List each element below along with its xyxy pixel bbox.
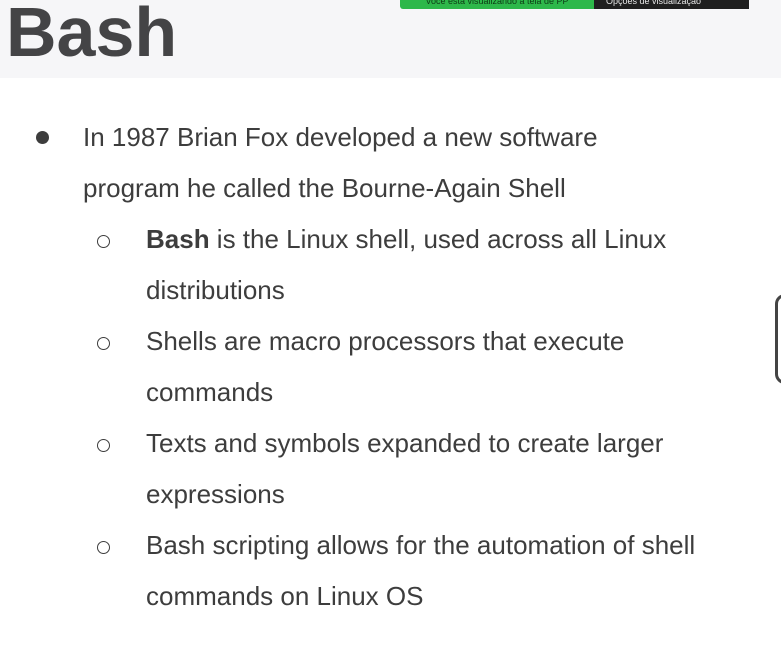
bullet-text: Bash scripting allows for the automation… [146,530,696,611]
screen-share-status: Você está visualizando a tela de PP [400,0,594,9]
sub-bullet-item: Bash is the Linux shell, used across all… [0,214,706,316]
bullet-text: is the Linux shell, used across all Linu… [146,224,667,305]
screen-share-bar: Você está visualizando a tela de PP Opçõ… [400,0,749,12]
bullet-text: In 1987 Brian Fox developed a new softwa… [83,122,598,203]
bullet-item: In 1987 Brian Fox developed a new softwa… [0,112,683,214]
bullet-text: Texts and symbols expanded to create lar… [146,428,664,509]
slide-content: In 1987 Brian Fox developed a new softwa… [0,112,760,622]
side-panel-handle[interactable] [775,294,781,384]
bullet-text: Shells are macro processors that execute… [146,326,625,407]
bullet-bold-term: Bash [146,224,210,254]
sub-bullet-item: Texts and symbols expanded to create lar… [0,418,706,520]
sub-bullet-item: Shells are macro processors that execute… [0,316,706,418]
slide-title: Bash [6,0,178,71]
sub-bullet-item: Bash scripting allows for the automation… [0,520,706,622]
view-options-button[interactable]: Opções de visualização [594,0,749,9]
